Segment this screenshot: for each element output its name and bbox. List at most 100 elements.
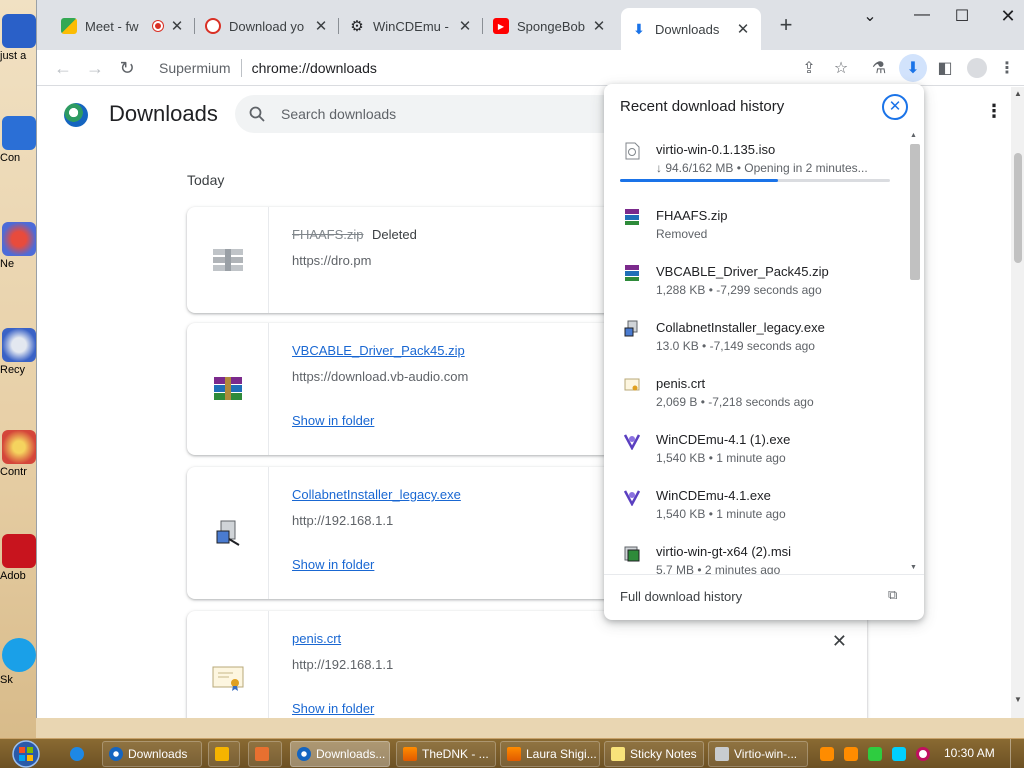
chrome-icon [297,747,311,761]
vlc-tray-icon[interactable] [844,747,858,761]
show-desktop-button[interactable] [1010,739,1024,768]
scroll-down-arrow-icon[interactable]: ▼ [1011,695,1024,704]
network-icon [2,222,36,256]
close-tab-icon[interactable]: ✕ [735,20,751,38]
tab-downloads[interactable]: ⬇ Downloads ✕ [621,8,761,50]
show-in-folder-link[interactable]: Show in folder [292,701,374,716]
taskbar-button[interactable]: Laura Shigi... [500,741,600,767]
forward-button[interactable]: → [81,54,109,82]
scrollbar-thumb[interactable] [910,144,920,280]
gear-icon: ⚙ [350,18,364,35]
scroll-down-arrow-icon[interactable]: ▼ [910,564,917,571]
disc-file-icon [625,142,640,160]
download-icon: ⬇ [633,20,645,37]
record-tray-icon[interactable] [916,747,930,761]
recording-indicator-icon [153,21,163,31]
bookmark-star-icon[interactable]: ☆ [827,54,855,82]
desktop-icon-just[interactable]: just a [0,14,36,62]
desktop-icon-network[interactable]: Ne [0,222,36,270]
full-history-row[interactable]: Full download history ⧉ [604,574,924,620]
tab-strip: Meet - fw ✕ Download yo ✕ ⚙ WinCDEmu - ✕… [37,0,1024,50]
close-tab-icon[interactable]: ✕ [591,17,607,35]
wincdemu-icon [624,434,640,450]
show-in-folder-link[interactable]: Show in folder [292,557,374,572]
tab-search-button[interactable]: ⌄ [855,6,885,26]
file-source-url: https://dro.pm [292,253,372,268]
new-tab-button[interactable]: + [773,12,799,38]
taskbar-button[interactable]: Sticky Notes [604,741,704,767]
file-source-url: http://192.168.1.1 [292,513,394,528]
address-bar[interactable]: Supermium chrome://downloads [149,52,861,84]
show-in-folder-link[interactable]: Show in folder [292,413,374,428]
winrar-icon [625,209,639,225]
folder-icon [2,14,36,48]
wincdemu-icon [624,490,640,506]
certificate-icon [624,378,640,391]
page-scrollbar[interactable]: ▲ ▼ [1011,87,1024,718]
monitor-tray-icon[interactable] [892,747,906,761]
extensions-icon[interactable]: ⚗ [865,54,893,82]
download-card: penis.crt http://192.168.1.1 Show in fol… [187,611,867,718]
paint-button[interactable] [248,741,282,767]
scroll-up-arrow-icon[interactable]: ▲ [910,132,917,139]
reload-button[interactable]: ↻ [113,54,141,82]
opera-icon [205,18,221,34]
recent-download-item[interactable]: penis.crt 2,069 B • -7,218 seconds ago [604,370,904,426]
taskbar-button-active[interactable]: Downloads... [290,741,390,767]
start-button[interactable] [6,739,46,768]
desktop-icon-skype[interactable]: Sk [0,638,36,686]
desktop-icon-computer[interactable]: Con [0,116,36,164]
file-source-url: https://download.vb-audio.com [292,369,469,384]
recent-download-item[interactable]: CollabnetInstaller_legacy.exe 13.0 KB • … [604,314,904,370]
recent-download-item[interactable]: WinCDEmu-4.1.exe 1,540 KB • 1 minute ago [604,482,904,538]
meet-icon [61,18,77,34]
recent-download-item[interactable]: VBCABLE_Driver_Pack45.zip 1,288 KB • -7,… [604,258,904,314]
ie-quicklaunch-button[interactable] [64,741,92,767]
close-tab-icon[interactable]: ✕ [313,17,329,35]
close-tab-icon[interactable]: ✕ [457,17,473,35]
recent-download-item[interactable]: virtio-win-gt-x64 (2).msi 5.7 MB • 2 min… [604,538,904,574]
menu-kebab-icon[interactable]: ⋮ [993,54,1021,82]
ie-icon [70,747,84,761]
close-popup-button[interactable]: ✕ [882,94,908,120]
tab-wincdemu[interactable]: ⚙ WinCDEmu - ✕ [339,8,483,44]
minimize-button[interactable]: — [907,6,937,26]
side-panel-icon[interactable]: ◧ [931,54,959,82]
close-tab-icon[interactable]: ✕ [169,17,185,35]
scroll-up-arrow-icon[interactable]: ▲ [1011,89,1024,98]
full-history-link[interactable]: Full download history [620,589,742,604]
maximize-button[interactable]: ☐ [947,6,977,26]
desktop-icon-recycle-bin[interactable]: Recy [0,328,36,376]
share-icon[interactable]: ⇪ [795,54,823,82]
recent-download-item[interactable]: FHAAFS.zip Removed [604,202,904,258]
search-box[interactable] [235,95,655,133]
recent-download-item[interactable]: virtio-win-0.1.135.iso ↓ 94.6/162 MB • O… [604,136,904,192]
recent-download-item[interactable]: WinCDEmu-4.1 (1).exe 1,540 KB • 1 minute… [604,426,904,482]
downloads-toolbar-button[interactable]: ⬇ [899,54,927,82]
taskbar-clock[interactable]: 10:30 AM [944,746,995,760]
profile-avatar-icon[interactable] [963,54,991,82]
back-button[interactable]: ← [49,54,77,82]
desktop-icon-control-panel[interactable]: Contr [0,430,36,478]
remove-download-button[interactable]: ✕ [832,631,847,652]
close-window-button[interactable]: ✕ [993,6,1023,26]
media-player-button[interactable] [208,741,240,767]
file-name-link[interactable]: CollabnetInstaller_legacy.exe [292,487,461,502]
taskbar-button[interactable]: TheDNK - ... [396,741,496,767]
desktop-icon-adobe[interactable]: Adob [0,534,36,582]
green-tray-icon[interactable] [868,747,882,761]
installer-icon [715,747,729,761]
taskbar-button[interactable]: Downloads [102,741,202,767]
file-name-link[interactable]: penis.crt [292,631,341,646]
tab-download-yo[interactable]: Download yo ✕ [195,8,339,44]
tab-meet[interactable]: Meet - fw ✕ [51,8,195,44]
tab-spongebob[interactable]: ▶ SpongeBob's ✕ [483,8,617,44]
page-menu-icon[interactable]: ⋮ [985,101,1003,122]
certificate-icon [212,666,243,691]
vlc-tray-icon[interactable] [820,747,834,761]
scrollbar-thumb[interactable] [1014,153,1022,263]
popup-scrollbar[interactable]: ▲ ▼ [908,132,920,574]
file-name-link[interactable]: VBCABLE_Driver_Pack45.zip [292,343,465,358]
search-input[interactable] [281,106,621,122]
taskbar-button[interactable]: Virtio-win-... [708,741,808,767]
